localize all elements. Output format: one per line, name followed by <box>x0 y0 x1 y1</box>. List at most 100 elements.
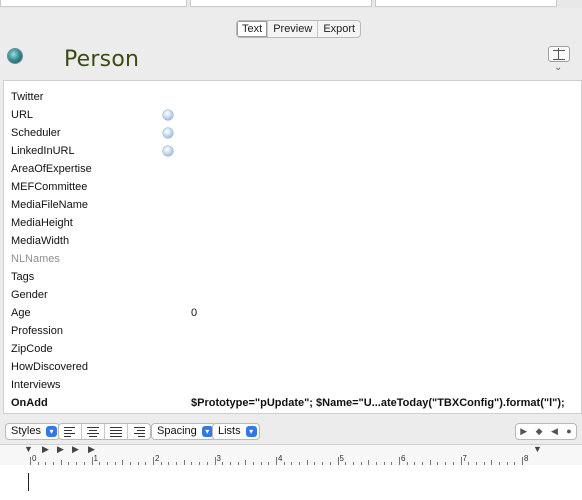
tab-stop-icon[interactable]: ▶ <box>88 445 95 454</box>
ruler-navigation-group: ▶ ◆ ◀ ● <box>515 423 577 440</box>
attribute-row[interactable]: Profession <box>4 323 581 341</box>
chevron-down-icon[interactable]: ⌄ <box>554 63 564 73</box>
attribute-name: ZipCode <box>11 343 53 355</box>
styles-label: Styles <box>11 425 41 437</box>
attribute-row[interactable]: MediaHeight <box>4 215 581 233</box>
ruler-tick <box>522 457 523 465</box>
spacing-label: Spacing <box>157 425 197 437</box>
ruler-number: 3 <box>216 454 221 463</box>
align-right-button[interactable] <box>128 424 150 439</box>
attribute-name: URL <box>11 109 34 121</box>
attribute-name: MediaWidth <box>11 235 70 247</box>
attribute-row[interactable]: Twitter <box>4 89 581 107</box>
attribute-name: LinkedInURL <box>11 145 75 157</box>
attribute-name: Tags <box>11 271 35 283</box>
attribute-row[interactable]: HowDiscovered <box>4 359 581 377</box>
align-justify-button[interactable] <box>105 424 128 439</box>
attribute-name: MEFCommittee <box>11 181 88 193</box>
attribute-row[interactable]: MediaWidth <box>4 233 581 251</box>
align-center-button[interactable] <box>82 424 105 439</box>
attribute-row[interactable]: MediaFileName <box>4 197 581 215</box>
lists-label: Lists <box>218 425 241 437</box>
attribute-name: Interviews <box>11 379 61 391</box>
circle-icon[interactable]: ● <box>566 424 571 439</box>
note-text-editor[interactable] <box>0 465 582 500</box>
attribute-name: Scheduler <box>11 127 61 139</box>
attribute-name: Twitter <box>11 91 44 103</box>
attribute-row[interactable]: OnAdd $Prototype="pUpdate"; $Name="U...at… <box>4 395 581 413</box>
attribute-value[interactable]: 0 <box>191 307 197 319</box>
attribute-name: OnAdd <box>11 397 48 409</box>
tab-export[interactable]: Export <box>318 21 360 37</box>
spacing-popup[interactable]: Spacing ▾ <box>151 423 216 440</box>
ruler-number: 2 <box>155 454 160 463</box>
text-caret <box>28 473 29 491</box>
attribute-row[interactable]: AreaOfExpertise <box>4 161 581 179</box>
top-column-strip <box>0 0 582 8</box>
ruler-number: 4 <box>278 454 283 463</box>
diamond-icon[interactable]: ◆ <box>536 424 543 439</box>
view-mode-tabs: Text Preview Export <box>236 20 362 38</box>
note-title[interactable]: Person <box>64 47 139 72</box>
ruler-tick <box>399 457 400 465</box>
ruler-number: 7 <box>462 454 467 463</box>
ruler-tick <box>30 457 31 465</box>
lists-popup[interactable]: Lists ▾ <box>212 423 260 440</box>
indent-marker-icon[interactable]: ▼ <box>24 445 33 454</box>
attribute-row[interactable]: LinkedInURL <box>4 143 581 161</box>
ruler-number: 1 <box>93 454 98 463</box>
ruler-tick <box>214 457 216 465</box>
column-cell <box>0 0 187 7</box>
ruler-tick <box>153 457 154 465</box>
attribute-link-icon[interactable] <box>163 128 173 138</box>
table-icon <box>553 48 565 60</box>
column-cell <box>190 0 372 7</box>
tab-stop-icon[interactable]: ▶ <box>57 445 64 454</box>
attribute-row[interactable]: Age 0 <box>4 305 581 323</box>
right-margin-marker-icon[interactable]: ▼ <box>533 445 542 454</box>
alignment-group <box>58 423 151 440</box>
attribute-row[interactable]: Gender <box>4 287 581 305</box>
attribute-link-icon[interactable] <box>163 110 173 120</box>
attribute-value[interactable]: $Prototype="pUpdate"; $Name="U...ateToda… <box>191 397 565 409</box>
tab-stop-icon[interactable]: ▶ <box>72 445 79 454</box>
attribute-row[interactable]: URL <box>4 107 581 125</box>
attribute-row[interactable]: Scheduler <box>4 125 581 143</box>
attribute-name: HowDiscovered <box>11 361 89 373</box>
ruler-number: 8 <box>524 454 529 463</box>
ruler-number: 6 <box>401 454 406 463</box>
attribute-name: Gender <box>11 289 48 301</box>
styles-popup[interactable]: Styles ▾ <box>5 423 60 440</box>
attribute-name: AreaOfExpertise <box>11 163 92 175</box>
tab-preview[interactable]: Preview <box>268 21 319 37</box>
text-format-toolbar: Styles ▾ Spacing ▾ Lists ▾ ▶ ◆ ◀ ● <box>0 420 582 442</box>
attribute-row[interactable]: Interviews <box>4 377 581 395</box>
tab-stop-icon[interactable]: ▶ <box>42 445 49 454</box>
chevron-updown-icon: ▾ <box>245 426 257 437</box>
ruler-tick <box>91 457 93 465</box>
tab-text[interactable]: Text <box>237 21 269 37</box>
attribute-browser-button[interactable] <box>548 46 570 62</box>
ruler-tick <box>276 457 277 465</box>
text-ruler[interactable]: ▼ ▶ ▶ ▶ ▶ ▼ 0 1 2 3 4 5 6 7 8 <box>0 444 582 466</box>
attribute-row[interactable]: ZipCode <box>4 341 581 359</box>
attribute-link-icon[interactable] <box>163 146 173 156</box>
key-attributes-table: Twitter URL Scheduler LinkedInURL AreaOfExpe… <box>3 80 582 414</box>
ruler-tick <box>460 457 462 465</box>
attribute-name: MediaFileName <box>11 199 89 211</box>
note-badge-icon[interactable] <box>8 49 22 63</box>
play-left-icon[interactable]: ◀ <box>551 424 558 439</box>
attribute-name: NLNames <box>11 253 60 265</box>
ruler-tick <box>337 457 339 465</box>
column-cell <box>375 0 557 7</box>
attribute-name: Profession <box>11 325 63 337</box>
chevron-updown-icon: ▾ <box>45 426 57 437</box>
align-left-button[interactable] <box>59 424 82 439</box>
attribute-row[interactable]: Tags <box>4 269 581 287</box>
attribute-row[interactable]: NLNames <box>4 251 581 269</box>
attribute-name: Age <box>11 307 31 319</box>
ruler-number: 5 <box>339 454 344 463</box>
play-right-icon[interactable]: ▶ <box>520 424 527 439</box>
attribute-row[interactable]: MEFCommittee <box>4 179 581 197</box>
attribute-name: MediaHeight <box>11 217 73 229</box>
